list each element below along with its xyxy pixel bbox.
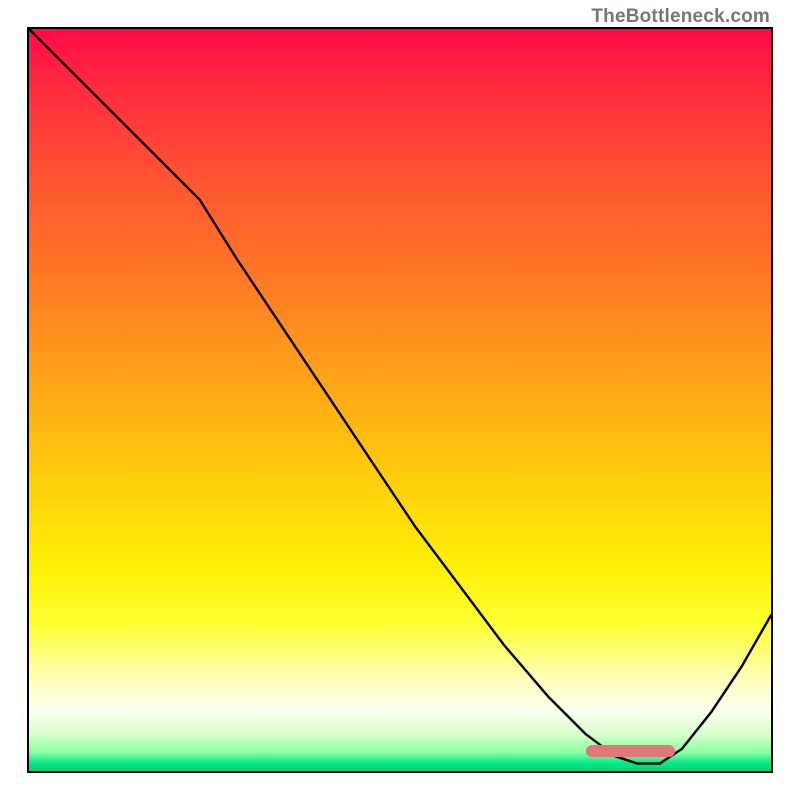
bottleneck-curve-path xyxy=(29,29,771,764)
chart-frame xyxy=(27,27,773,773)
optimal-range-marker xyxy=(586,745,675,757)
bottleneck-line-chart xyxy=(29,29,771,771)
watermark-text: TheBottleneck.com xyxy=(591,6,770,28)
